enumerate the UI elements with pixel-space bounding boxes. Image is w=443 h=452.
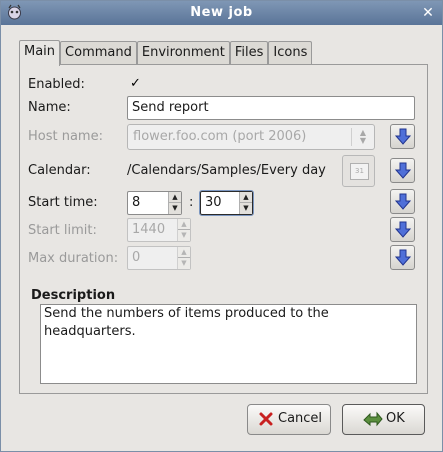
host-name-value: flower.foo.com (port 2006) [133,129,307,144]
calendar-value: /Calendars/Samples/Every day [127,163,326,178]
time-separator: : [189,195,194,210]
calendar-inherit-button[interactable] [390,158,415,183]
start-hour-stepper: ▲ ▼ [168,192,181,214]
start-minute-spinner[interactable]: 30 ▲ ▼ [199,190,254,216]
tab-icons[interactable]: Icons [268,41,313,65]
dialog-window: New job ✕ Main Command Environment Files… [0,0,443,452]
down-arrow-icon [395,162,411,179]
increment-icon[interactable]: ▲ [240,192,252,203]
name-label: Name: [28,100,71,115]
enabled-label: Enabled: [28,77,85,92]
start-time-label: Start time: [28,195,98,210]
description-textarea[interactable]: Send the numbers of items produced to th… [40,304,417,384]
host-name-label: Host name: [28,129,103,144]
cancel-button[interactable]: Cancel [247,404,331,435]
calendar-label: Calendar: [28,163,91,178]
name-input[interactable]: Send report [127,96,415,120]
start-limit-inherit-button[interactable] [390,217,415,242]
combo-arrows-icon: ▲ ▼ [359,128,367,145]
calendar-picker-button[interactable]: 31 [342,155,375,187]
start-limit-spinner[interactable]: 1440 ▲ ▼ [127,218,191,242]
tab-environment[interactable]: Environment [136,41,230,65]
tab-main[interactable]: Main [19,40,61,66]
decrement-icon[interactable]: ▼ [178,230,190,241]
start-minute-value: 30 [205,195,222,210]
max-duration-inherit-button[interactable] [390,245,415,270]
increment-icon[interactable]: ▲ [169,192,181,203]
down-arrow-icon [395,128,411,145]
host-name-inherit-button[interactable] [390,124,415,149]
ok-icon [363,411,383,431]
close-icon[interactable]: ✕ [420,5,436,21]
increment-icon[interactable]: ▲ [178,247,190,258]
decrement-icon[interactable]: ▼ [178,258,190,269]
start-minute-stepper: ▲ ▼ [239,192,252,214]
down-arrow-icon [395,193,411,210]
decrement-icon[interactable]: ▼ [169,203,181,214]
decrement-icon[interactable]: ▼ [240,203,252,214]
description-title: Description [31,288,116,303]
ok-button[interactable]: OK [342,404,425,435]
increment-icon[interactable]: ▲ [178,219,190,230]
max-duration-value: 0 [132,250,141,265]
host-name-combo[interactable]: flower.foo.com (port 2006) ▲ ▼ [127,124,375,150]
max-duration-label: Max duration: [28,251,119,266]
start-time-inherit-button[interactable] [390,189,415,214]
start-limit-value: 1440 [132,222,166,237]
window-title: New job [190,5,253,20]
cancel-icon [258,411,274,431]
ok-label: OK [386,411,405,426]
start-hour-value: 8 [132,195,141,210]
tab-bar: Main Command Environment Files Icons [19,40,313,66]
enabled-checkbox[interactable]: ✓ [129,77,142,90]
cancel-label: Cancel [278,411,323,426]
start-hour-spinner[interactable]: 8 ▲ ▼ [127,191,182,215]
tab-files[interactable]: Files [229,41,269,65]
down-arrow-icon [395,221,411,238]
description-line: Send the numbers of items produced to th… [44,306,329,321]
down-arrow-icon [395,249,411,266]
tab-command[interactable]: Command [60,41,137,65]
max-duration-spinner[interactable]: 0 ▲ ▼ [127,246,191,270]
combo-separator [351,128,352,146]
start-limit-label: Start limit: [28,223,97,238]
title-bar[interactable]: New job ✕ [1,1,442,25]
start-limit-stepper: ▲ ▼ [177,219,190,241]
calendar-icon: 31 [350,163,369,180]
max-duration-stepper: ▲ ▼ [177,247,190,269]
description-line: headquarters. [44,324,136,339]
